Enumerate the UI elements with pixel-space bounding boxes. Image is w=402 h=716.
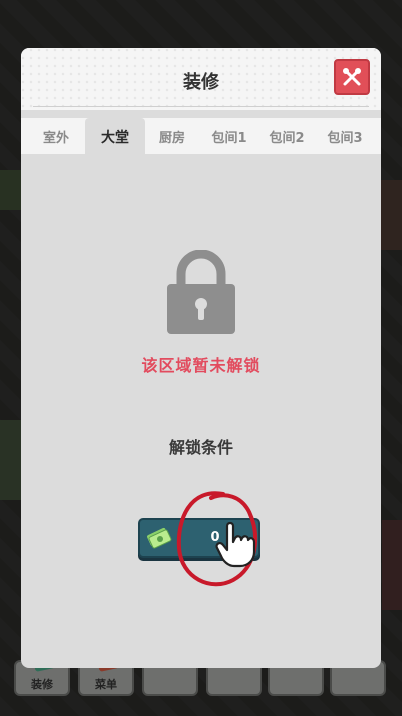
tab-private-room-1[interactable]: 包间1 — [199, 118, 259, 154]
requirement-value: 0 — [210, 530, 220, 545]
tab-private-room-3[interactable]: 包间3 — [315, 118, 375, 154]
menu-label: 菜单 — [95, 678, 117, 691]
decoration-dialog: 装修 室外 大堂 厨房 包间1 包间2 包间3 该区域暂未解锁 解锁条件 0 — [21, 48, 381, 668]
locked-message: 该区域暂未解锁 — [141, 356, 261, 375]
unlock-conditions-title: 解锁条件 — [168, 438, 233, 457]
money-icon — [147, 527, 172, 549]
tab-private-room-2[interactable]: 包间2 — [257, 118, 317, 154]
tab-kitchen[interactable]: 厨房 — [142, 118, 202, 154]
room-tabs: 室外 大堂 厨房 包间1 包间2 包间3 — [21, 118, 381, 156]
close-fork-knife-icon — [343, 68, 361, 86]
dialog-header: 装修 — [21, 48, 381, 110]
header-divider — [33, 106, 369, 107]
dialog-title: 装修 — [183, 72, 219, 93]
decorate-label: 装修 — [31, 678, 53, 691]
close-button[interactable] — [334, 59, 370, 95]
padlock-icon — [167, 250, 235, 334]
lobby-panel: 该区域暂未解锁 解锁条件 0 — [21, 154, 381, 668]
tab-outdoor[interactable]: 室外 — [26, 118, 86, 154]
tab-lobby[interactable]: 大堂 — [85, 118, 145, 156]
unlock-requirement-card[interactable]: 0 — [138, 518, 260, 558]
